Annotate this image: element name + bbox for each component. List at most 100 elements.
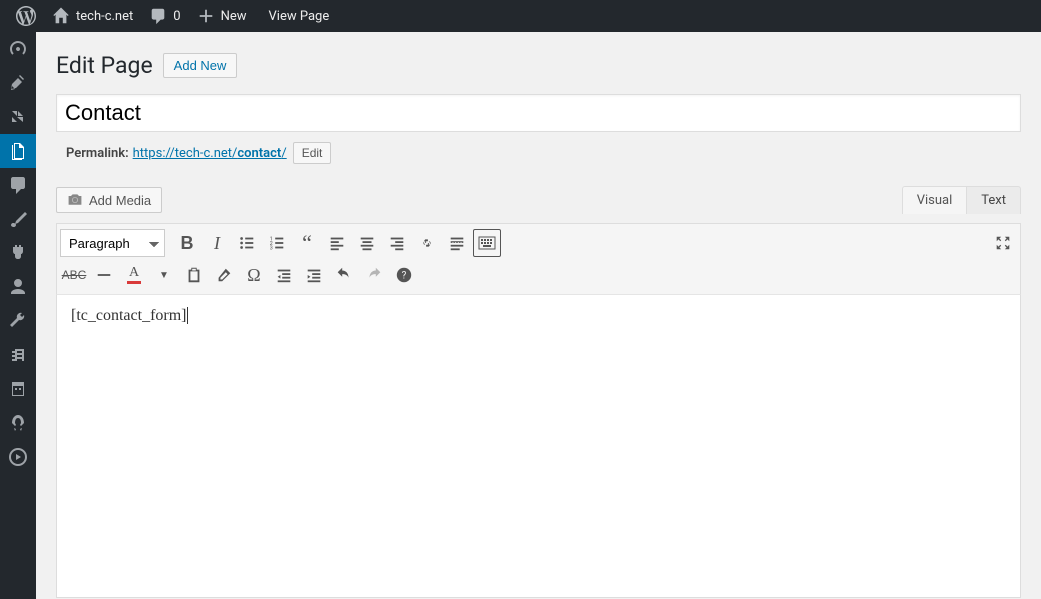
pin-icon <box>8 73 28 93</box>
plus-icon <box>197 7 215 25</box>
bold-button[interactable]: B <box>173 229 201 257</box>
italic-button[interactable]: I <box>203 229 231 257</box>
chevron-down-icon: ▼ <box>159 270 169 281</box>
sidebar-item-generic-2[interactable] <box>0 406 36 440</box>
ul-icon <box>238 234 256 252</box>
fullscreen-button[interactable] <box>989 229 1017 257</box>
brush-icon <box>8 209 28 229</box>
link-button[interactable] <box>413 229 441 257</box>
permalink-base: https://tech-c.net/ <box>133 146 238 161</box>
sidebar-item-users[interactable] <box>0 270 36 304</box>
new-content-menu[interactable]: New <box>189 0 255 32</box>
align-center-icon <box>358 234 376 252</box>
main-content: Edit Page Add New Permalink: https://tec… <box>36 32 1041 599</box>
sidebar-item-plugins[interactable] <box>0 236 36 270</box>
outdent-icon <box>275 266 293 284</box>
page-header: Edit Page Add New <box>56 52 1021 79</box>
view-page-link[interactable]: View Page <box>255 0 338 32</box>
ol-button[interactable]: 123 <box>263 229 291 257</box>
ul-button[interactable] <box>233 229 261 257</box>
site-name-menu[interactable]: tech-c.net <box>44 0 141 32</box>
permalink-trailing: / <box>281 146 286 161</box>
outdent-button[interactable] <box>270 261 298 289</box>
page-title: Edit Page <box>56 52 153 79</box>
align-left-icon <box>328 234 346 252</box>
wp-logo-menu[interactable] <box>8 0 44 32</box>
post-title-input[interactable] <box>56 94 1021 132</box>
home-icon <box>52 7 70 25</box>
textcolor-dropdown[interactable]: ▼ <box>150 261 178 289</box>
editor-header-row: Add Media Visual Text <box>56 186 1021 213</box>
permalink-edit-button[interactable]: Edit <box>293 142 332 164</box>
permalink-label: Permalink: <box>66 146 129 161</box>
quote-button[interactable]: “ <box>293 229 321 257</box>
calendar-icon <box>8 379 28 399</box>
tab-text[interactable]: Text <box>967 187 1020 214</box>
undo-icon <box>335 266 353 284</box>
undo-button[interactable] <box>330 261 358 289</box>
clear-format-button[interactable] <box>210 261 238 289</box>
camera-icon <box>67 192 83 208</box>
align-left-button[interactable] <box>323 229 351 257</box>
new-label: New <box>221 9 247 24</box>
sidebar-item-generic-1[interactable] <box>0 372 36 406</box>
comments-icon <box>8 175 28 195</box>
strike-button[interactable]: ABC <box>60 261 88 289</box>
comment-icon <box>149 7 167 25</box>
svg-text:?: ? <box>402 271 407 282</box>
wrench-icon <box>8 311 28 331</box>
tab-visual[interactable]: Visual <box>903 187 968 214</box>
sidebar-item-settings[interactable] <box>0 338 36 372</box>
clipboard-icon <box>185 266 203 284</box>
align-right-icon <box>388 234 406 252</box>
editor-tabs: Visual Text <box>902 186 1021 214</box>
permalink-link[interactable]: https://tech-c.net/contact/ <box>133 146 287 161</box>
view-page-label: View Page <box>269 9 330 24</box>
redo-icon <box>365 266 383 284</box>
help-button[interactable]: ? <box>390 261 418 289</box>
align-right-button[interactable] <box>383 229 411 257</box>
indent-button[interactable] <box>300 261 328 289</box>
sidebar-item-media[interactable] <box>0 100 36 134</box>
italic-icon: I <box>214 233 220 254</box>
user-icon <box>8 277 28 297</box>
sidebar-item-generic-3[interactable] <box>0 440 36 474</box>
site-name-label: tech-c.net <box>76 9 133 24</box>
comments-menu[interactable]: 0 <box>141 0 188 32</box>
sidebar-item-comments[interactable] <box>0 168 36 202</box>
format-select[interactable]: Paragraph <box>60 229 165 257</box>
sidebar-item-tools[interactable] <box>0 304 36 338</box>
more-button[interactable] <box>443 229 471 257</box>
editor-content-area[interactable]: [tc_contact_form] <box>56 295 1021 598</box>
editor-container: Add Media Visual Text Paragraph B I 123 … <box>56 186 1021 598</box>
editor-toolbar: Paragraph B I 123 “ ABC A ▼ <box>56 223 1021 295</box>
plugin-icon <box>8 243 28 263</box>
sidebar-item-pages[interactable] <box>0 134 36 168</box>
permalink-slug: contact <box>237 146 281 161</box>
keyboard-icon <box>478 236 496 250</box>
redo-button[interactable] <box>360 261 388 289</box>
paste-button[interactable] <box>180 261 208 289</box>
quote-icon: “ <box>302 230 312 256</box>
link-icon <box>418 234 436 252</box>
eraser-icon <box>215 266 233 284</box>
editor-text: [tc_contact_form] <box>71 307 187 324</box>
add-media-label: Add Media <box>89 193 151 208</box>
kitchen-sink-button[interactable] <box>473 229 501 257</box>
hr-icon <box>95 266 113 284</box>
dashboard-icon <box>8 39 28 59</box>
add-media-button[interactable]: Add Media <box>56 187 162 213</box>
special-char-button[interactable]: Ω <box>240 261 268 289</box>
comments-count: 0 <box>173 9 180 24</box>
textcolor-button[interactable]: A <box>120 261 148 289</box>
hr-button[interactable] <box>90 261 118 289</box>
sidebar-item-posts[interactable] <box>0 66 36 100</box>
omega-icon: Ω <box>247 265 260 286</box>
add-new-button[interactable]: Add New <box>163 53 238 78</box>
align-center-button[interactable] <box>353 229 381 257</box>
help-icon: ? <box>395 266 413 284</box>
sidebar-item-appearance[interactable] <box>0 202 36 236</box>
svg-text:3: 3 <box>270 245 273 251</box>
sidebar-item-dashboard[interactable] <box>0 32 36 66</box>
ol-icon: 123 <box>268 234 286 252</box>
